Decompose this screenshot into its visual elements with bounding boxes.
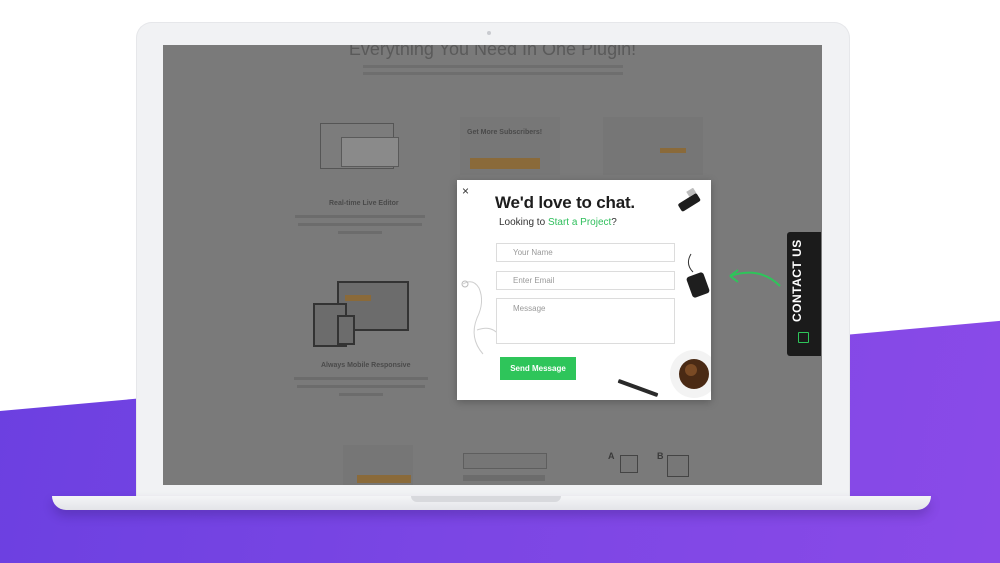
subscribe-heading: Get More Subscribers! (467, 129, 543, 136)
image-icon (620, 455, 638, 473)
feature-editor-text (295, 215, 425, 218)
arrow-icon (729, 269, 781, 287)
subtitle-prefix: Looking to (499, 217, 548, 228)
feature-mobile-title: Always Mobile Responsive (321, 362, 411, 369)
usb-drive-icon (678, 188, 701, 212)
site-subtext (363, 65, 623, 68)
email-field[interactable]: Enter Email (496, 271, 675, 290)
desktop-illustration-button (345, 295, 371, 301)
site-heading: Everything You Need In One Plugin! (348, 45, 637, 59)
popup-subtitle: Looking to Start a Project? (499, 217, 617, 228)
feature-editor-title: Real-time Live Editor (329, 200, 399, 207)
camera-dot (487, 31, 491, 35)
image-icon (667, 455, 689, 477)
phone-illustration (337, 315, 355, 345)
message-field[interactable]: Message (496, 298, 675, 344)
message-icon (798, 332, 809, 343)
feature-mobile-text (294, 377, 428, 380)
preview-button (660, 148, 686, 153)
name-field[interactable]: Your Name (496, 243, 675, 262)
coffee-cup-icon (670, 350, 711, 398)
pen-icon (617, 379, 659, 397)
preview-card (603, 117, 703, 175)
ab-label-b: B (657, 451, 664, 461)
bottom-card-button (357, 475, 411, 483)
chat-popup: × We'd love to chat. Looking to Start a … (457, 180, 711, 400)
feature-mobile-text (297, 385, 425, 388)
send-message-button[interactable]: Send Message (500, 357, 576, 380)
charger-icon (686, 253, 710, 298)
feature-editor-text (298, 223, 422, 226)
laptop-notch (411, 496, 561, 502)
bottom-line (463, 475, 545, 481)
subtitle-suffix: ? (611, 217, 617, 228)
feature-editor-text (338, 231, 382, 234)
ab-label-a: A (608, 451, 615, 461)
contact-us-label: CONTACT US (790, 239, 804, 322)
editor-panel (341, 137, 399, 167)
popup-title: We'd love to chat. (495, 193, 635, 212)
contact-us-tab[interactable]: CONTACT US (787, 232, 821, 356)
subscribe-button (470, 158, 540, 169)
subtitle-accent: Start a Project (547, 217, 612, 228)
feature-mobile-text (339, 393, 383, 396)
bottom-select (463, 453, 547, 469)
close-icon[interactable]: × (462, 184, 469, 198)
